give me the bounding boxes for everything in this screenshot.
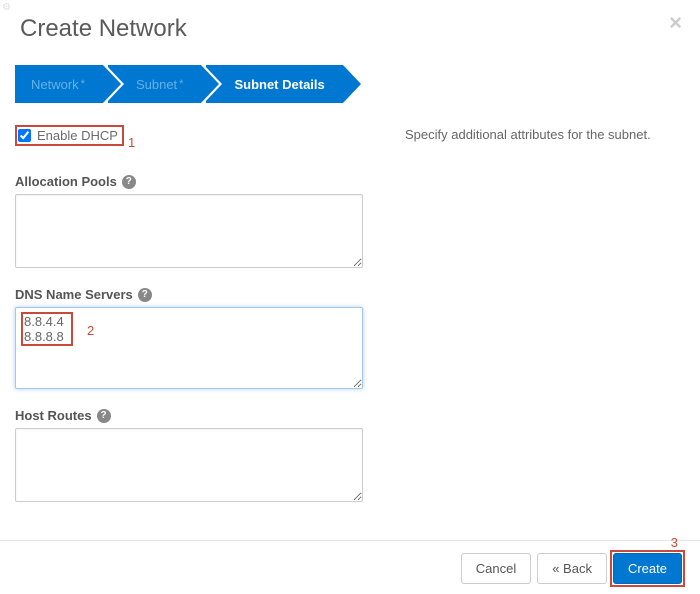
close-icon[interactable]: ×: [669, 10, 682, 36]
dns-servers-group: DNS Name Servers ? 2: [15, 287, 375, 392]
help-icon[interactable]: ?: [97, 409, 111, 423]
required-mark: *: [179, 78, 183, 90]
host-routes-group: Host Routes ?: [15, 408, 375, 505]
allocation-pools-group: Allocation Pools ?: [15, 174, 375, 271]
enable-dhcp-label: Enable DHCP: [37, 128, 118, 143]
cancel-button[interactable]: Cancel: [461, 553, 531, 584]
help-icon[interactable]: ?: [138, 288, 152, 302]
step-label: Subnet Details: [234, 77, 324, 92]
required-mark: *: [81, 78, 85, 90]
create-button[interactable]: Create: [613, 553, 682, 584]
host-routes-input[interactable]: [15, 428, 363, 502]
annotation-2: 2: [87, 323, 94, 338]
help-text: Specify additional attributes for the su…: [405, 127, 685, 142]
annotation-1: 1: [128, 135, 135, 150]
modal-title: Create Network: [20, 15, 680, 43]
help-column: Specify additional attributes for the su…: [375, 125, 685, 521]
allocation-pools-input[interactable]: [15, 194, 363, 268]
dns-servers-label: DNS Name Servers ?: [15, 287, 375, 302]
wizard-stepper: Network * Subnet * Subnet Details: [15, 65, 685, 103]
modal-footer: Cancel « Back 3 Create: [0, 540, 700, 584]
modal-header: Create Network ×: [0, 0, 700, 53]
annotation-3: 3: [671, 535, 678, 550]
enable-dhcp-group: Enable DHCP: [15, 125, 124, 146]
back-button[interactable]: « Back: [537, 553, 607, 584]
step-label: Network: [31, 77, 79, 92]
step-label: Subnet: [136, 77, 177, 92]
help-icon[interactable]: ?: [122, 175, 136, 189]
allocation-pools-label: Allocation Pools ?: [15, 174, 375, 189]
dns-servers-input[interactable]: [15, 307, 363, 389]
step-network[interactable]: Network *: [15, 65, 103, 103]
step-subnet-details[interactable]: Subnet Details: [206, 65, 342, 103]
host-routes-label: Host Routes ?: [15, 408, 375, 423]
enable-dhcp-checkbox[interactable]: [18, 129, 31, 142]
form-column: Enable DHCP 1 Allocation Pools ? DNS Nam…: [15, 125, 375, 521]
modal-body: Enable DHCP 1 Allocation Pools ? DNS Nam…: [0, 121, 700, 521]
